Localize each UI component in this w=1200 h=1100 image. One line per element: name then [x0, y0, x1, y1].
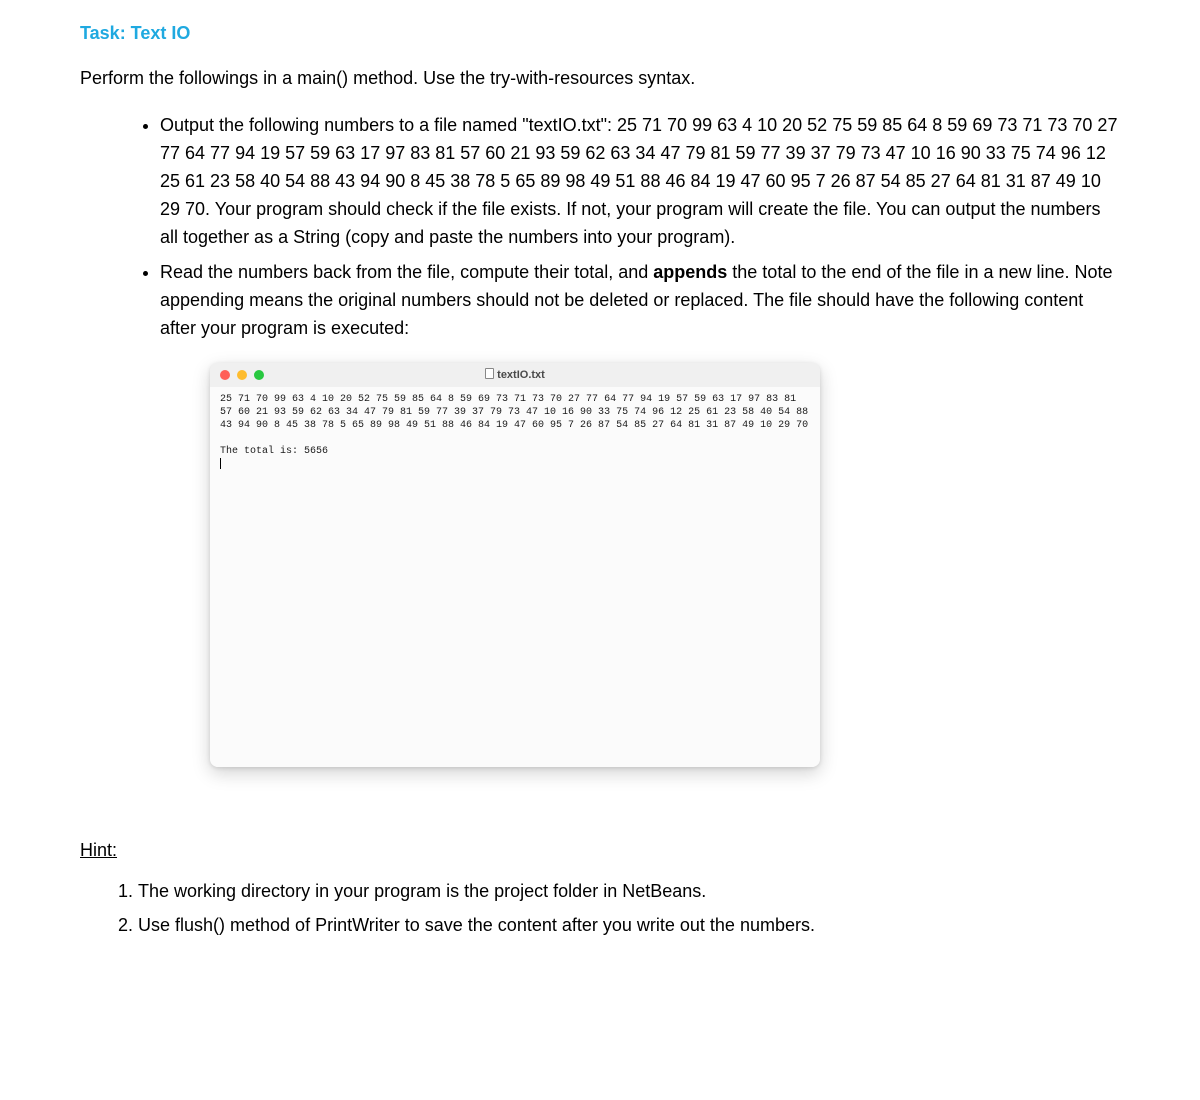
terminal-window-wrap: textIO.txt 25 71 70 99 63 4 10 20 52 75 … [210, 363, 1120, 767]
bullet-text-pre: Read the numbers back from the file, com… [160, 262, 653, 282]
terminal-filename: textIO.txt [210, 367, 820, 384]
terminal-body: 25 71 70 99 63 4 10 20 52 75 59 85 64 8 … [210, 387, 820, 767]
window-controls [220, 370, 264, 380]
terminal-filename-text: textIO.txt [497, 369, 545, 381]
bullet-text: Output the following numbers to a file n… [160, 115, 1117, 247]
task-title: Task: Text IO [80, 20, 1120, 47]
file-icon [485, 368, 494, 379]
bullet-text-bold: appends [653, 262, 727, 282]
bullet-item: Read the numbers back from the file, com… [160, 259, 1120, 343]
close-icon[interactable] [220, 370, 230, 380]
terminal-window: textIO.txt 25 71 70 99 63 4 10 20 52 75 … [210, 363, 820, 767]
intro-text: Perform the followings in a main() metho… [80, 65, 1120, 92]
terminal-titlebar: textIO.txt [210, 363, 820, 387]
hint-item: Use flush() method of PrintWriter to sav… [138, 912, 1120, 940]
bullet-item: Output the following numbers to a file n… [160, 112, 1120, 251]
hint-list: The working directory in your program is… [80, 878, 1120, 940]
maximize-icon[interactable] [254, 370, 264, 380]
hint-item: The working directory in your program is… [138, 878, 1120, 906]
terminal-total-line: The total is: 5656 [220, 446, 328, 457]
minimize-icon[interactable] [237, 370, 247, 380]
bullet-list: Output the following numbers to a file n… [80, 112, 1120, 343]
hint-heading: Hint: [80, 837, 1120, 864]
terminal-numbers: 25 71 70 99 63 4 10 20 52 75 59 85 64 8 … [220, 394, 814, 431]
text-cursor [220, 458, 221, 469]
